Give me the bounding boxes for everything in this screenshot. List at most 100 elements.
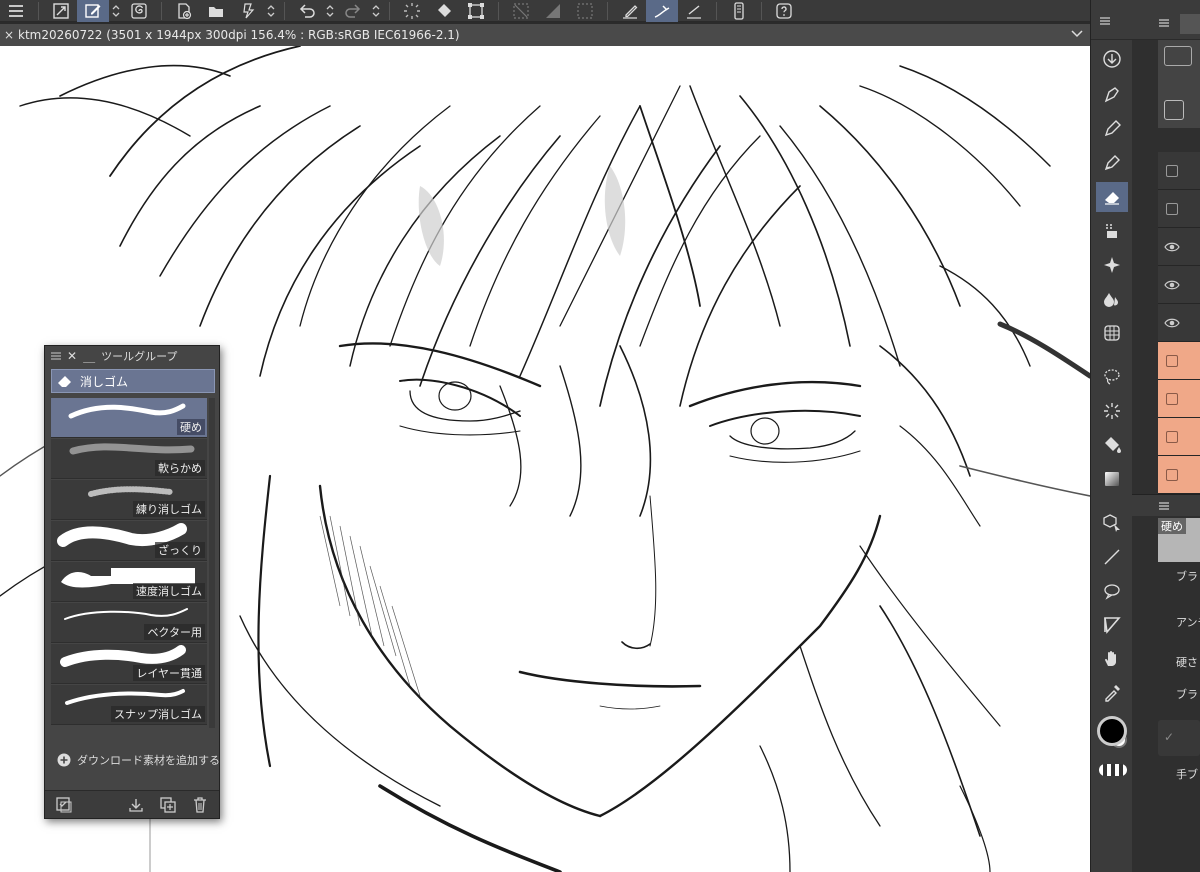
- new-file-icon[interactable]: [168, 0, 200, 22]
- eye-icon[interactable]: [1164, 317, 1180, 329]
- property-label: アンチ: [1176, 616, 1200, 629]
- sub-tool-item[interactable]: 軟らかめ: [51, 439, 207, 479]
- resize-canvas-icon[interactable]: [45, 0, 77, 22]
- panel-menu-icon[interactable]: [1158, 501, 1170, 511]
- layer-row[interactable]: [1158, 342, 1200, 380]
- fill-bucket-icon[interactable]: [428, 0, 460, 22]
- gradient-icon[interactable]: [1096, 464, 1128, 494]
- option-row[interactable]: ✓: [1158, 720, 1200, 756]
- redo-icon[interactable]: [337, 0, 369, 22]
- duplicate-icon[interactable]: [159, 796, 177, 814]
- sub-tool-item[interactable]: レイヤー貫通: [51, 644, 207, 684]
- magic-wand-icon[interactable]: [1096, 396, 1128, 426]
- lasso-select-icon[interactable]: [1096, 362, 1128, 392]
- tool-property-header: [1132, 494, 1200, 516]
- sub-tool-settings-icon[interactable]: [55, 796, 73, 814]
- eraser-category[interactable]: 消しゴム: [51, 369, 215, 393]
- expand-selection-icon[interactable]: [569, 0, 601, 22]
- transparent-color-icon[interactable]: [1099, 764, 1127, 776]
- menu-icon[interactable]: [0, 0, 32, 22]
- edit-icon[interactable]: [77, 0, 109, 22]
- frame-border-icon[interactable]: [1096, 610, 1128, 640]
- layer-row[interactable]: [1158, 266, 1200, 304]
- hand-icon[interactable]: [1096, 644, 1128, 674]
- line-tool-icon[interactable]: [1096, 542, 1128, 572]
- sub-tool-item[interactable]: 練り消しゴム: [51, 480, 207, 520]
- invert-selection-icon[interactable]: [537, 0, 569, 22]
- layer-row[interactable]: [1158, 380, 1200, 418]
- eye-icon[interactable]: [1164, 241, 1180, 253]
- sub-tool-item[interactable]: ベクター用: [51, 603, 207, 643]
- move-down-icon[interactable]: [1096, 44, 1128, 74]
- balloon-icon[interactable]: [1096, 576, 1128, 606]
- scrollbar[interactable]: [209, 398, 215, 728]
- pen-icon[interactable]: [1096, 80, 1128, 110]
- tool-group-header[interactable]: ✕ ＿ ツールグループ: [45, 346, 219, 366]
- chevron-updown-icon[interactable]: [109, 0, 123, 22]
- chevron-updown-icon[interactable]: [369, 0, 383, 22]
- help-icon[interactable]: [768, 0, 800, 22]
- save-icon[interactable]: [232, 0, 264, 22]
- close-icon[interactable]: ×: [0, 28, 18, 42]
- property-label: ブラ: [1176, 688, 1198, 701]
- import-icon[interactable]: [127, 796, 145, 814]
- sub-tool-item[interactable]: 速度消しゴム: [51, 562, 207, 602]
- tool-palette-header: [1091, 0, 1132, 40]
- layer-checkbox[interactable]: [1166, 392, 1178, 405]
- checkmark-icon: ✓: [1164, 730, 1175, 744]
- sub-tool-item[interactable]: ざっくり: [51, 521, 207, 561]
- undo-icon[interactable]: [291, 0, 323, 22]
- eyedropper-icon[interactable]: [1096, 678, 1128, 708]
- layer-row[interactable]: [1158, 228, 1200, 266]
- layer-checkbox[interactable]: [1166, 430, 1178, 443]
- layer-row[interactable]: [1158, 152, 1200, 190]
- color-swatch[interactable]: [1097, 716, 1129, 754]
- smartphone-icon[interactable]: [723, 0, 755, 22]
- panel-tab[interactable]: [1180, 14, 1200, 34]
- panel-menu-icon[interactable]: [1099, 16, 1111, 26]
- eye-icon[interactable]: [1164, 279, 1180, 291]
- new-layer-icon[interactable]: [1164, 100, 1184, 120]
- sparkle-icon[interactable]: [1096, 250, 1128, 280]
- layer-checkbox[interactable]: [1166, 468, 1178, 481]
- object-select-icon[interactable]: [1096, 508, 1128, 538]
- spiral-icon[interactable]: [123, 0, 155, 22]
- panel-menu-icon[interactable]: [51, 352, 61, 360]
- canvas-tab[interactable]: × ktm20260722 (3501 x 1944px 300dpi 156.…: [0, 24, 1090, 46]
- open-folder-icon[interactable]: [200, 0, 232, 22]
- layer-row[interactable]: [1158, 418, 1200, 456]
- clip-studio-window: × ktm20260722 (3501 x 1944px 300dpi 156.…: [0, 0, 1200, 872]
- transform-icon[interactable]: [460, 0, 492, 22]
- brush-icon[interactable]: [1096, 148, 1128, 178]
- blend-icon[interactable]: [1096, 284, 1128, 314]
- layer-checkbox[interactable]: [1166, 164, 1178, 177]
- chevron-updown-icon[interactable]: [323, 0, 337, 22]
- 3d-grid-icon[interactable]: [1096, 318, 1128, 348]
- stabilization-icon[interactable]: [646, 0, 678, 22]
- clear-selection-icon[interactable]: [505, 0, 537, 22]
- trash-icon[interactable]: [191, 796, 209, 814]
- eraser-icon[interactable]: [1096, 182, 1128, 212]
- pen-pressure-icon[interactable]: [614, 0, 646, 22]
- decoration-icon[interactable]: [1096, 216, 1128, 246]
- fill-icon[interactable]: [1096, 430, 1128, 460]
- layer-row[interactable]: [1158, 190, 1200, 228]
- minimize-icon[interactable]: ＿: [83, 348, 95, 365]
- chevron-updown-icon[interactable]: [264, 0, 278, 22]
- layer-row[interactable]: [1158, 456, 1200, 494]
- pencil-icon[interactable]: [1096, 114, 1128, 144]
- panel-menu-icon[interactable]: [1158, 18, 1170, 28]
- layer-checkbox[interactable]: [1166, 354, 1178, 367]
- close-icon[interactable]: ✕: [67, 349, 77, 363]
- chevron-down-icon[interactable]: [1070, 27, 1084, 41]
- ruler-pen-icon[interactable]: [678, 0, 710, 22]
- loading-spinner-icon[interactable]: [396, 0, 428, 22]
- layer-shape-icon[interactable]: [1164, 46, 1192, 66]
- sub-tool-item[interactable]: スナップ消しゴム: [51, 685, 207, 725]
- main-color[interactable]: [1097, 716, 1127, 746]
- layer-row[interactable]: [1158, 304, 1200, 342]
- add-download-material-button[interactable]: ダウンロード素材を追加する: [57, 752, 220, 768]
- layer-checkbox[interactable]: [1166, 202, 1178, 215]
- eraser-icon: [58, 376, 71, 387]
- sub-tool-item[interactable]: 硬め: [51, 398, 207, 438]
